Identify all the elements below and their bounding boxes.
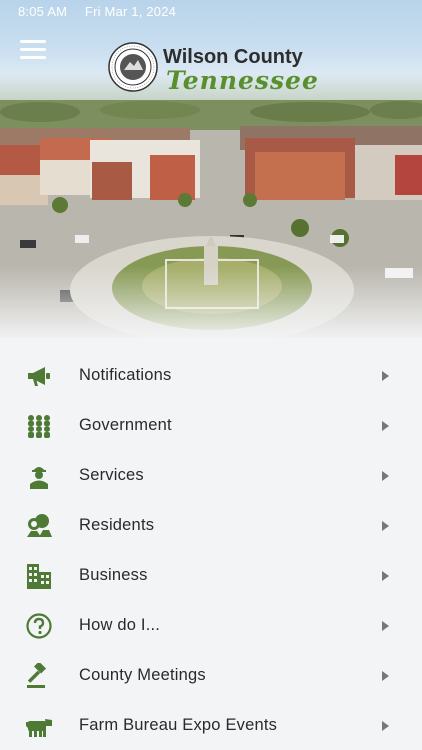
chevron-right-icon bbox=[382, 421, 389, 431]
county-logo: Wilson County Tennessee bbox=[108, 42, 318, 98]
menu-label: Services bbox=[79, 466, 144, 484]
gavel-icon bbox=[27, 663, 47, 688]
main-menu-list: Notifications Government Services Reside… bbox=[0, 350, 422, 750]
menu-item-farm-bureau-expo[interactable]: Farm Bureau Expo Events bbox=[0, 700, 422, 750]
town-aerial-image bbox=[0, 100, 422, 338]
chevron-right-icon bbox=[382, 521, 389, 531]
residents-icon bbox=[27, 514, 52, 537]
status-bar: 8:05 AM Fri Mar 1, 2024 bbox=[18, 4, 190, 19]
menu-item-how-do-i[interactable]: How do I... bbox=[0, 600, 422, 650]
hamburger-menu-icon[interactable] bbox=[20, 40, 46, 62]
menu-item-notifications[interactable]: Notifications bbox=[0, 350, 422, 400]
menu-label: Government bbox=[79, 416, 172, 434]
menu-item-services[interactable]: Services bbox=[0, 450, 422, 500]
people-group-icon bbox=[28, 415, 50, 438]
chevron-right-icon bbox=[382, 621, 389, 631]
worker-icon bbox=[30, 467, 48, 489]
menu-label: Residents bbox=[79, 516, 155, 534]
menu-item-government[interactable]: Government bbox=[0, 400, 422, 450]
building-icon bbox=[27, 564, 51, 589]
county-subtitle: Tennessee bbox=[166, 66, 319, 95]
county-seal-icon bbox=[108, 42, 158, 92]
megaphone-icon bbox=[28, 367, 50, 386]
status-time: 8:05 AM bbox=[18, 4, 68, 19]
header-hero: 8:05 AM Fri Mar 1, 2024 Wilson County Te… bbox=[0, 0, 422, 338]
chevron-right-icon bbox=[382, 471, 389, 481]
menu-label: Notifications bbox=[79, 366, 172, 384]
menu-item-county-meetings[interactable]: County Meetings bbox=[0, 650, 422, 700]
chevron-right-icon bbox=[382, 671, 389, 681]
chevron-right-icon bbox=[382, 371, 389, 381]
menu-item-residents[interactable]: Residents bbox=[0, 500, 422, 550]
menu-label: Business bbox=[79, 566, 148, 584]
menu-label: How do I... bbox=[79, 616, 161, 634]
menu-label: Farm Bureau Expo Events bbox=[79, 716, 278, 734]
menu-item-business[interactable]: Business bbox=[0, 550, 422, 600]
status-date: Fri Mar 1, 2024 bbox=[84, 4, 177, 19]
cow-icon bbox=[26, 719, 52, 737]
chevron-right-icon bbox=[382, 571, 389, 581]
chevron-right-icon bbox=[382, 721, 389, 731]
menu-label: County Meetings bbox=[79, 666, 206, 684]
question-icon bbox=[26, 613, 52, 639]
